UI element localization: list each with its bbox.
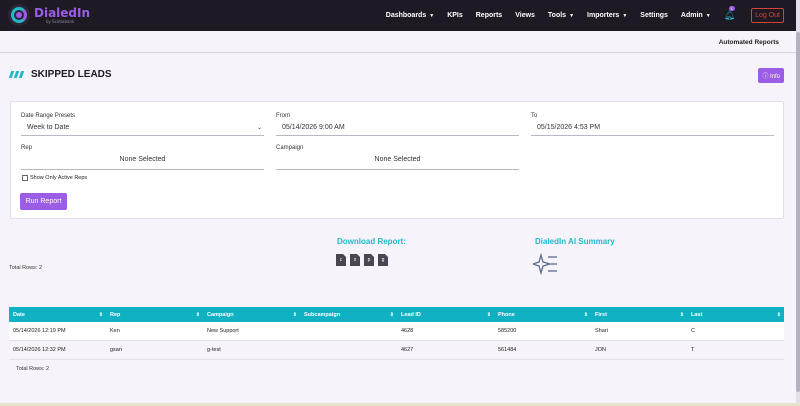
caret-down-icon: ▼ xyxy=(429,13,435,19)
total-rows-top: Total Rows: 2 xyxy=(9,265,43,271)
caret-down-icon: ▼ xyxy=(705,13,711,19)
csv-icon[interactable]: c xyxy=(336,254,346,266)
table-row: 05/14/2026 12:32 PM gsan g-test 4627 561… xyxy=(9,341,784,360)
filter-panel: Date Range Presets Week to Date ⌄ From 0… xyxy=(10,101,784,219)
chevron-down-icon: ⌄ xyxy=(256,125,262,131)
results-table: Date ⇕ Rep ⇕ Campaign ⇕ Subcampaign ⇕ Lead I… xyxy=(9,307,784,360)
sort-icon: ⇕ xyxy=(98,311,103,318)
page-scrollbar[interactable] xyxy=(796,0,800,406)
top-nav: DialedIn by Scotiabank Dashboards ▼ KPIs … xyxy=(0,0,796,31)
sort-icon: ⇕ xyxy=(486,311,491,318)
nav-admin[interactable]: Admin ▼ xyxy=(681,12,711,19)
table-row: 05/14/2026 12:19 PM Ken New Support 4628… xyxy=(9,322,784,341)
caret-down-icon: ▼ xyxy=(569,13,575,19)
sort-icon: ⇕ xyxy=(292,311,297,318)
col-phone[interactable]: Phone ⇕ xyxy=(494,307,591,322)
sort-icon: ⇕ xyxy=(679,311,684,318)
info-button[interactable]: ⓘ Info xyxy=(758,68,784,83)
active-reps-checkbox[interactable]: Show Only Active Reps xyxy=(22,175,87,181)
logo-icon xyxy=(8,4,30,26)
active-reps-label: Show Only Active Reps xyxy=(30,175,88,181)
caret-down-icon: ▼ xyxy=(622,13,628,19)
sub-bar: Automated Reports xyxy=(0,31,796,53)
col-campaign[interactable]: Campaign ⇕ xyxy=(203,307,300,322)
page-title-text: SKIPPED LEADS xyxy=(31,69,112,80)
col-first[interactable]: First ⇕ xyxy=(591,307,687,322)
automated-reports-link[interactable]: Automated Reports xyxy=(719,39,779,46)
to-date-input[interactable]: 05/15/2026 4:53 PM xyxy=(531,121,774,136)
notification-badge: 1 xyxy=(728,6,735,11)
nav-kpis[interactable]: KPIs xyxy=(447,12,463,19)
rep-select[interactable]: None Selected xyxy=(21,153,264,170)
campaign-select[interactable]: None Selected xyxy=(276,153,519,170)
logout-button[interactable]: Log Out xyxy=(751,8,784,23)
campaign-label: Campaign xyxy=(276,145,304,151)
checkbox-box[interactable] xyxy=(22,175,28,181)
col-date[interactable]: Date ⇕ xyxy=(9,307,106,322)
brand-name: DialedIn xyxy=(34,5,91,20)
sort-icon: ⇕ xyxy=(583,311,588,318)
col-last[interactable]: Last ⇕ xyxy=(687,307,784,322)
nav-reports[interactable]: Reports xyxy=(476,12,502,19)
from-label: From xyxy=(276,113,290,119)
nav-dashboards[interactable]: Dashboards ▼ xyxy=(386,12,434,19)
col-rep[interactable]: Rep ⇕ xyxy=(106,307,203,322)
ai-summary-title[interactable]: DialedIn AI Summary xyxy=(535,237,615,246)
nav-views[interactable]: Views xyxy=(515,12,535,19)
col-lead-id[interactable]: Lead ID ⇕ xyxy=(397,307,494,322)
nav-tools[interactable]: Tools ▼ xyxy=(548,12,574,19)
page-title: SKIPPED LEADS xyxy=(8,69,112,80)
to-label: To xyxy=(531,113,538,119)
total-rows-bottom: Total Rows: 2 xyxy=(16,366,50,372)
nav-settings[interactable]: Settings xyxy=(640,12,668,19)
ai-sparkle-icon[interactable] xyxy=(533,253,559,275)
sort-icon: ⇕ xyxy=(389,311,394,318)
date-range-select[interactable]: Week to Date ⌄ xyxy=(21,121,264,136)
table-header: Date ⇕ Rep ⇕ Campaign ⇕ Subcampaign ⇕ Lead I… xyxy=(9,307,784,322)
brand-logo[interactable]: DialedIn by Scotiabank xyxy=(8,4,90,26)
run-report-button[interactable]: Run Report xyxy=(20,193,67,210)
sort-icon: ⇕ xyxy=(776,311,781,318)
google-sheets-icon[interactable]: g xyxy=(378,254,388,266)
date-range-label: Date Range Presets xyxy=(21,113,76,119)
download-icons: c x p g xyxy=(336,254,392,266)
sort-icon: ⇕ xyxy=(195,311,200,318)
excel-icon[interactable]: x xyxy=(350,254,360,266)
rep-label: Rep xyxy=(21,145,33,151)
notification-bell-icon[interactable]: 🔔︎ 1 xyxy=(724,6,735,21)
pdf-icon[interactable]: p xyxy=(364,254,374,266)
info-icon: ⓘ xyxy=(762,74,770,80)
download-report-title: Download Report: xyxy=(337,237,406,246)
stripes-icon xyxy=(8,71,25,78)
from-date-input[interactable]: 05/14/2026 9:00 AM xyxy=(276,121,519,136)
col-subcampaign[interactable]: Subcampaign ⇕ xyxy=(300,307,397,322)
nav-importers[interactable]: Importers ▼ xyxy=(587,12,627,19)
